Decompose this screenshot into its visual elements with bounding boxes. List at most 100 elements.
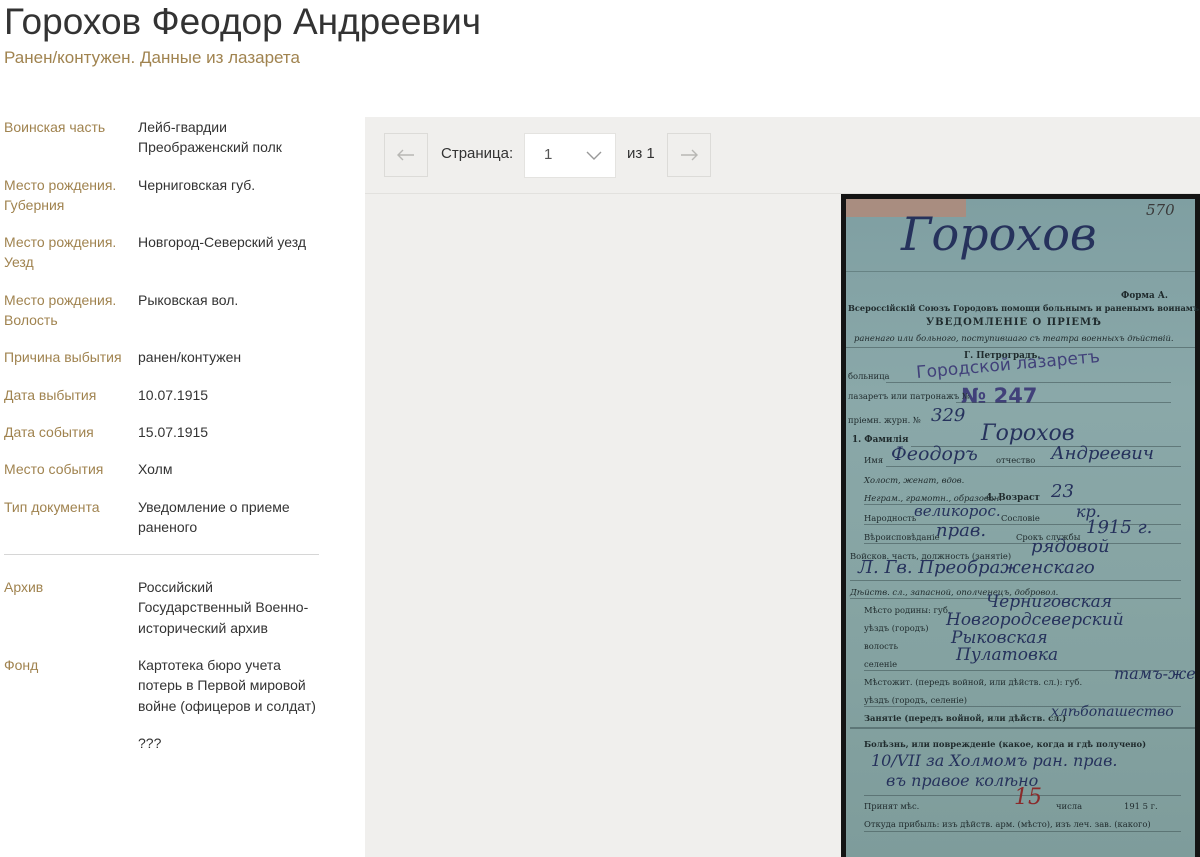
detail-row-birth-province: Место рождения. Губерния Черниговская гу…: [4, 175, 324, 216]
handwritten-value: рядовой: [1031, 536, 1110, 557]
detail-value: Уведомление о приеме раненого: [138, 498, 290, 535]
handwritten-value: Андреевич: [1051, 443, 1154, 464]
next-page-button[interactable]: [667, 133, 711, 177]
arrow-right-icon: [681, 149, 698, 161]
page-select[interactable]: 1: [524, 133, 616, 178]
form-field-label: Мѣстожит. (передъ войной, или дѣйств. сл…: [864, 677, 1083, 687]
rule: [886, 466, 1181, 467]
detail-value: Российский Государственный Военно-истори…: [138, 579, 309, 636]
detail-value: 10.07.1915: [138, 386, 209, 403]
handwritten-value: 15: [1014, 785, 1042, 810]
detail-label: Дата выбытия: [4, 386, 97, 403]
rule: [846, 347, 1195, 348]
handwritten-value: Феодоръ: [891, 443, 978, 465]
handwritten-value: 23: [1051, 481, 1074, 502]
detail-value: ???: [138, 734, 162, 751]
arrow-left-icon: [397, 149, 414, 161]
detail-value: Картотека бюро учета потерь в Первой мир…: [138, 657, 316, 714]
form-field-label: больница: [848, 371, 890, 381]
detail-label: Причина выбытия: [4, 349, 122, 366]
detail-value: Лейб-гвардии Преображенский полк: [138, 119, 282, 156]
divider: [4, 554, 319, 556]
form-field-label: Сословіе: [1001, 513, 1040, 523]
form-field-label: Занятіе (передъ войной, или дѣйств. сл.): [864, 713, 1067, 723]
form-subheading: раненаго или больного, поступившаго съ т…: [854, 333, 1174, 343]
page-label: Страница:: [441, 145, 514, 162]
stamp-number: № 247: [961, 384, 1038, 408]
form-field-label: отчество: [996, 455, 1036, 465]
detail-label: Архив: [4, 579, 44, 596]
handwritten-value: хлѣбопашество: [1051, 704, 1174, 720]
handwritten-value: 1915 г.: [1086, 517, 1153, 538]
handwritten-value: Новгородсеверский: [946, 610, 1124, 630]
detail-row-extra: ???: [4, 733, 324, 753]
handwritten-value: Черниговская: [986, 592, 1113, 612]
detail-row-birth-uezd: Место рождения. Уезд Новгород-Северский …: [4, 232, 324, 273]
handwritten-value: тамъ-же: [1114, 664, 1196, 683]
form-field-label: Болѣзнь, или поврежденіе (какое, когда и…: [864, 739, 1147, 749]
rule: [850, 727, 1195, 729]
detail-row-birth-volost: Место рождения. Волость Рыковская вол.: [4, 290, 324, 331]
org-line: Всероссійскій Союзъ Городовъ помощи боль…: [848, 303, 1200, 313]
page-number: 570: [1146, 201, 1175, 219]
chevron-down-icon: [586, 151, 602, 160]
form-field-label: Вѣроисповѣданіе: [864, 532, 940, 542]
page-select-value: 1: [544, 146, 553, 163]
form-field-label: 191 5 г.: [1124, 801, 1158, 811]
detail-row-event-place: Место события Холм: [4, 459, 324, 479]
detail-label: Воинская часть: [4, 119, 106, 135]
rule: [864, 543, 1181, 544]
detail-value: Рыковская вол.: [138, 291, 239, 308]
form-field-label: Откуда прибыль: изъ дѣйств. арм. (мѣсто)…: [864, 819, 1151, 829]
detail-row-doc-type: Тип документа Уведомление о приеме ранен…: [4, 497, 324, 538]
form-field-label: селеніе: [864, 659, 898, 669]
detail-label: Тип документа: [4, 498, 100, 515]
details-panel: Воинская часть Лейб-гвардии Преображенск…: [4, 117, 324, 770]
rule: [886, 382, 1171, 383]
handwritten-value: Л. Гв. Преображенскаго: [858, 557, 1095, 578]
form-label: Форма А.: [1121, 291, 1168, 301]
form-field-label: Принят мѣс.: [864, 801, 920, 811]
detail-value: ранен/контужен: [138, 349, 242, 366]
form-field-label: числа: [1056, 801, 1083, 811]
detail-row-leave-date: Дата выбытия 10.07.1915: [4, 385, 324, 405]
document-viewer[interactable]: Страница: 1 из 1 Горохов 570 Форма А. Вс…: [365, 117, 1200, 857]
rule: [850, 580, 1181, 581]
detail-row-unit: Воинская часть Лейб-гвардии Преображенск…: [4, 117, 324, 158]
handwritten-value: Пулатовка: [956, 645, 1059, 665]
form-field-label: пріемн. журн. №: [848, 415, 921, 425]
archive-card: Горохов 570 Форма А. Всероссійскій Союзъ…: [846, 199, 1200, 857]
detail-row-archive: Архив Российский Государственный Военно-…: [4, 577, 324, 638]
form-field-label: лазаретъ или патронажъ №: [848, 391, 970, 401]
document-image[interactable]: Горохов 570 Форма А. Всероссійскій Союзъ…: [841, 194, 1200, 857]
detail-row-event-date: Дата события 15.07.1915: [4, 422, 324, 442]
handwritten-value: великорос.: [914, 502, 1001, 520]
detail-label: Место рождения. Уезд: [4, 234, 117, 271]
detail-label: Дата события: [4, 423, 94, 440]
detail-value: Черниговская губ.: [138, 176, 256, 193]
form-heading: УВЕДОМЛЕНІЕ О ПРІЕМѢ: [926, 317, 1102, 328]
form-field-label: Мѣсто родины: губ.: [864, 605, 951, 615]
handwritten-value: прав.: [936, 520, 987, 541]
handwritten-value: 329: [931, 405, 966, 426]
form-field-label: уѣздъ (городъ): [864, 623, 929, 633]
page-subtitle: Ранен/контужен. Данные из лазарета: [4, 48, 300, 67]
rule: [864, 504, 1181, 505]
handwritten-surname: Горохов: [901, 207, 1097, 261]
form-field-label: Народность: [864, 513, 917, 523]
detail-label: [4, 733, 138, 753]
form-field-label: Холост, женат, вдов.: [864, 475, 965, 485]
rule: [956, 402, 1171, 403]
form-field-label: волость: [864, 641, 899, 651]
detail-label: Место рождения. Губерния: [4, 176, 117, 213]
detail-row-reason: Причина выбытия ранен/контужен: [4, 347, 324, 367]
detail-value: Холм: [138, 461, 173, 478]
detail-label: Место рождения. Волость: [4, 291, 117, 329]
prev-page-button[interactable]: [384, 133, 428, 177]
detail-value: 15.07.1915: [138, 423, 209, 440]
pager-toolbar: Страница: 1 из 1: [365, 117, 1200, 194]
handwritten-value: 10/VII за Холмомъ ран. прав.: [871, 751, 1118, 770]
detail-row-fond: Фонд Картотека бюро учета потерь в Перво…: [4, 655, 324, 716]
page-count: из 1: [627, 145, 655, 162]
detail-value: Новгород-Северский уезд: [138, 234, 307, 251]
